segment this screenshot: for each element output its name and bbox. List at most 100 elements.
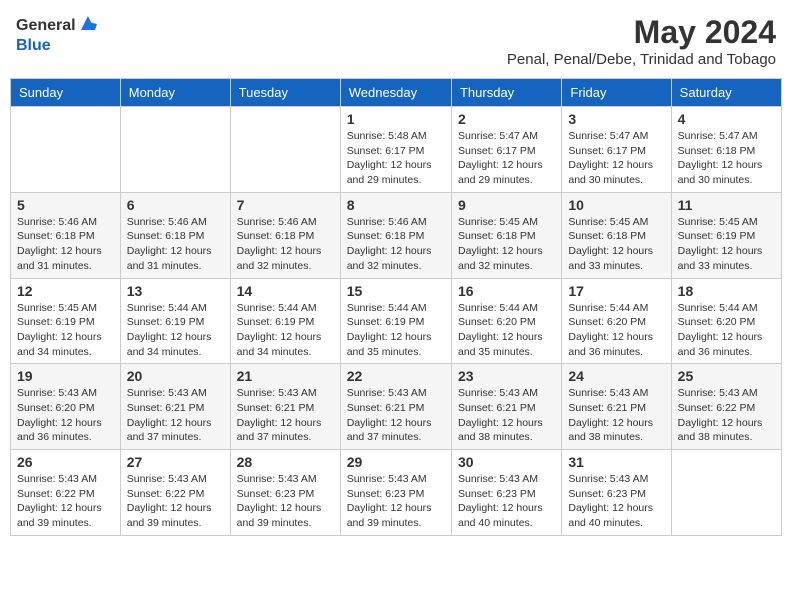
main-title: May 2024 — [507, 14, 776, 51]
day-number: 22 — [347, 368, 445, 384]
day-cell: 6 Sunrise: 5:46 AM Sunset: 6:18 PM Daylig… — [120, 192, 230, 278]
day-info: Sunrise: 5:43 AM Sunset: 6:21 PM Dayligh… — [458, 386, 555, 445]
title-area: May 2024 Penal, Penal/Debe, Trinidad and… — [507, 14, 776, 68]
logo-icon — [79, 14, 97, 32]
day-cell: 21 Sunrise: 5:43 AM Sunset: 6:21 PM Dayli… — [230, 364, 340, 450]
day-number: 27 — [127, 454, 224, 470]
day-info: Sunrise: 5:43 AM Sunset: 6:20 PM Dayligh… — [17, 386, 114, 445]
day-cell: 19 Sunrise: 5:43 AM Sunset: 6:20 PM Dayli… — [11, 364, 121, 450]
day-cell: 24Sunrise: 5:43 AM Sunset: 6:21 PM Dayli… — [562, 364, 671, 450]
col-header-tuesday: Tuesday — [230, 79, 340, 107]
day-info: Sunrise: 5:44 AM Sunset: 6:20 PM Dayligh… — [678, 301, 775, 360]
day-number: 11 — [678, 197, 775, 213]
day-info: Sunrise: 5:44 AM Sunset: 6:19 PM Dayligh… — [127, 301, 224, 360]
day-cell: 26Sunrise: 5:43 AM Sunset: 6:22 PM Dayli… — [11, 450, 121, 536]
day-number: 6 — [127, 197, 224, 213]
calendar: SundayMondayTuesdayWednesdayThursdayFrid… — [10, 78, 782, 536]
day-number: 18 — [678, 283, 775, 299]
day-info: Sunrise: 5:43 AM Sunset: 6:22 PM Dayligh… — [17, 472, 114, 531]
day-number: 24 — [568, 368, 664, 384]
day-info: Sunrise: 5:43 AM Sunset: 6:21 PM Dayligh… — [127, 386, 224, 445]
day-number: 7 — [237, 197, 334, 213]
day-number: 20 — [127, 368, 224, 384]
day-number: 9 — [458, 197, 555, 213]
day-cell — [230, 107, 340, 193]
day-cell: 14Sunrise: 5:44 AM Sunset: 6:19 PM Dayli… — [230, 278, 340, 364]
day-cell: 3 Sunrise: 5:47 AM Sunset: 6:17 PM Daylig… — [562, 107, 671, 193]
day-cell: 10 Sunrise: 5:45 AM Sunset: 6:18 PM Dayli… — [562, 192, 671, 278]
col-header-wednesday: Wednesday — [340, 79, 451, 107]
week-row-2: 5 Sunrise: 5:46 AM Sunset: 6:18 PM Daylig… — [11, 192, 782, 278]
day-number: 30 — [458, 454, 555, 470]
day-info: Sunrise: 5:43 AM Sunset: 6:22 PM Dayligh… — [678, 386, 775, 445]
day-number: 15 — [347, 283, 445, 299]
day-cell: 9 Sunrise: 5:45 AM Sunset: 6:18 PM Daylig… — [451, 192, 561, 278]
day-cell — [120, 107, 230, 193]
day-info: Sunrise: 5:46 AM Sunset: 6:18 PM Dayligh… — [17, 215, 114, 274]
week-row-3: 12 Sunrise: 5:45 AM Sunset: 6:19 PM Dayli… — [11, 278, 782, 364]
day-number: 21 — [237, 368, 334, 384]
day-cell: 5 Sunrise: 5:46 AM Sunset: 6:18 PM Daylig… — [11, 192, 121, 278]
day-number: 31 — [568, 454, 664, 470]
day-number: 4 — [678, 111, 775, 127]
day-info: Sunrise: 5:44 AM Sunset: 6:20 PM Dayligh… — [568, 301, 664, 360]
col-header-sunday: Sunday — [11, 79, 121, 107]
day-number: 2 — [458, 111, 555, 127]
logo: General Blue — [16, 14, 97, 54]
day-cell: 22 Sunrise: 5:43 AM Sunset: 6:21 PM Dayli… — [340, 364, 451, 450]
day-cell: 20 Sunrise: 5:43 AM Sunset: 6:21 PM Dayli… — [120, 364, 230, 450]
day-info: Sunrise: 5:45 AM Sunset: 6:19 PM Dayligh… — [678, 215, 775, 274]
logo-general-text: General — [16, 17, 76, 35]
day-cell: 30 Sunrise: 5:43 AM Sunset: 6:23 PM Dayli… — [451, 450, 561, 536]
day-cell: 27 Sunrise: 5:43 AM Sunset: 6:22 PM Dayli… — [120, 450, 230, 536]
day-info: Sunrise: 5:45 AM Sunset: 6:18 PM Dayligh… — [568, 215, 664, 274]
day-info: Sunrise: 5:45 AM Sunset: 6:19 PM Dayligh… — [17, 301, 114, 360]
day-info: Sunrise: 5:46 AM Sunset: 6:18 PM Dayligh… — [127, 215, 224, 274]
week-row-1: 1Sunrise: 5:48 AM Sunset: 6:17 PM Daylig… — [11, 107, 782, 193]
week-row-5: 26Sunrise: 5:43 AM Sunset: 6:22 PM Dayli… — [11, 450, 782, 536]
day-number: 19 — [17, 368, 114, 384]
day-cell: 23 Sunrise: 5:43 AM Sunset: 6:21 PM Dayli… — [451, 364, 561, 450]
day-info: Sunrise: 5:43 AM Sunset: 6:21 PM Dayligh… — [237, 386, 334, 445]
header: General Blue May 2024 Penal, Penal/Debe,… — [10, 10, 782, 72]
day-cell: 18 Sunrise: 5:44 AM Sunset: 6:20 PM Dayli… — [671, 278, 781, 364]
day-info: Sunrise: 5:47 AM Sunset: 6:18 PM Dayligh… — [678, 129, 775, 188]
logo-blue-text: Blue — [16, 37, 51, 54]
day-number: 5 — [17, 197, 114, 213]
day-number: 12 — [17, 283, 114, 299]
day-cell: 8Sunrise: 5:46 AM Sunset: 6:18 PM Daylig… — [340, 192, 451, 278]
day-cell: 15 Sunrise: 5:44 AM Sunset: 6:19 PM Dayli… — [340, 278, 451, 364]
day-cell: 17 Sunrise: 5:44 AM Sunset: 6:20 PM Dayli… — [562, 278, 671, 364]
day-info: Sunrise: 5:47 AM Sunset: 6:17 PM Dayligh… — [568, 129, 664, 188]
day-info: Sunrise: 5:44 AM Sunset: 6:19 PM Dayligh… — [347, 301, 445, 360]
day-number: 1 — [347, 111, 445, 127]
day-cell: 16 Sunrise: 5:44 AM Sunset: 6:20 PM Dayli… — [451, 278, 561, 364]
day-cell — [11, 107, 121, 193]
day-number: 17 — [568, 283, 664, 299]
week-row-4: 19 Sunrise: 5:43 AM Sunset: 6:20 PM Dayli… — [11, 364, 782, 450]
day-info: Sunrise: 5:43 AM Sunset: 6:21 PM Dayligh… — [347, 386, 445, 445]
calendar-header-row: SundayMondayTuesdayWednesdayThursdayFrid… — [11, 79, 782, 107]
day-cell: 12 Sunrise: 5:45 AM Sunset: 6:19 PM Dayli… — [11, 278, 121, 364]
day-cell: 1Sunrise: 5:48 AM Sunset: 6:17 PM Daylig… — [340, 107, 451, 193]
day-number: 14 — [237, 283, 334, 299]
col-header-saturday: Saturday — [671, 79, 781, 107]
day-number: 23 — [458, 368, 555, 384]
day-info: Sunrise: 5:43 AM Sunset: 6:23 PM Dayligh… — [458, 472, 555, 531]
day-cell: 31Sunrise: 5:43 AM Sunset: 6:23 PM Dayli… — [562, 450, 671, 536]
day-info: Sunrise: 5:45 AM Sunset: 6:18 PM Dayligh… — [458, 215, 555, 274]
col-header-thursday: Thursday — [451, 79, 561, 107]
day-info: Sunrise: 5:43 AM Sunset: 6:22 PM Dayligh… — [127, 472, 224, 531]
day-number: 8 — [347, 197, 445, 213]
day-cell: 7Sunrise: 5:46 AM Sunset: 6:18 PM Daylig… — [230, 192, 340, 278]
day-number: 16 — [458, 283, 555, 299]
day-info: Sunrise: 5:44 AM Sunset: 6:20 PM Dayligh… — [458, 301, 555, 360]
day-number: 10 — [568, 197, 664, 213]
day-number: 3 — [568, 111, 664, 127]
day-cell: 28Sunrise: 5:43 AM Sunset: 6:23 PM Dayli… — [230, 450, 340, 536]
day-cell: 11 Sunrise: 5:45 AM Sunset: 6:19 PM Dayli… — [671, 192, 781, 278]
day-cell: 13Sunrise: 5:44 AM Sunset: 6:19 PM Dayli… — [120, 278, 230, 364]
day-cell: 25 Sunrise: 5:43 AM Sunset: 6:22 PM Dayli… — [671, 364, 781, 450]
subtitle: Penal, Penal/Debe, Trinidad and Tobago — [507, 51, 776, 68]
day-number: 25 — [678, 368, 775, 384]
